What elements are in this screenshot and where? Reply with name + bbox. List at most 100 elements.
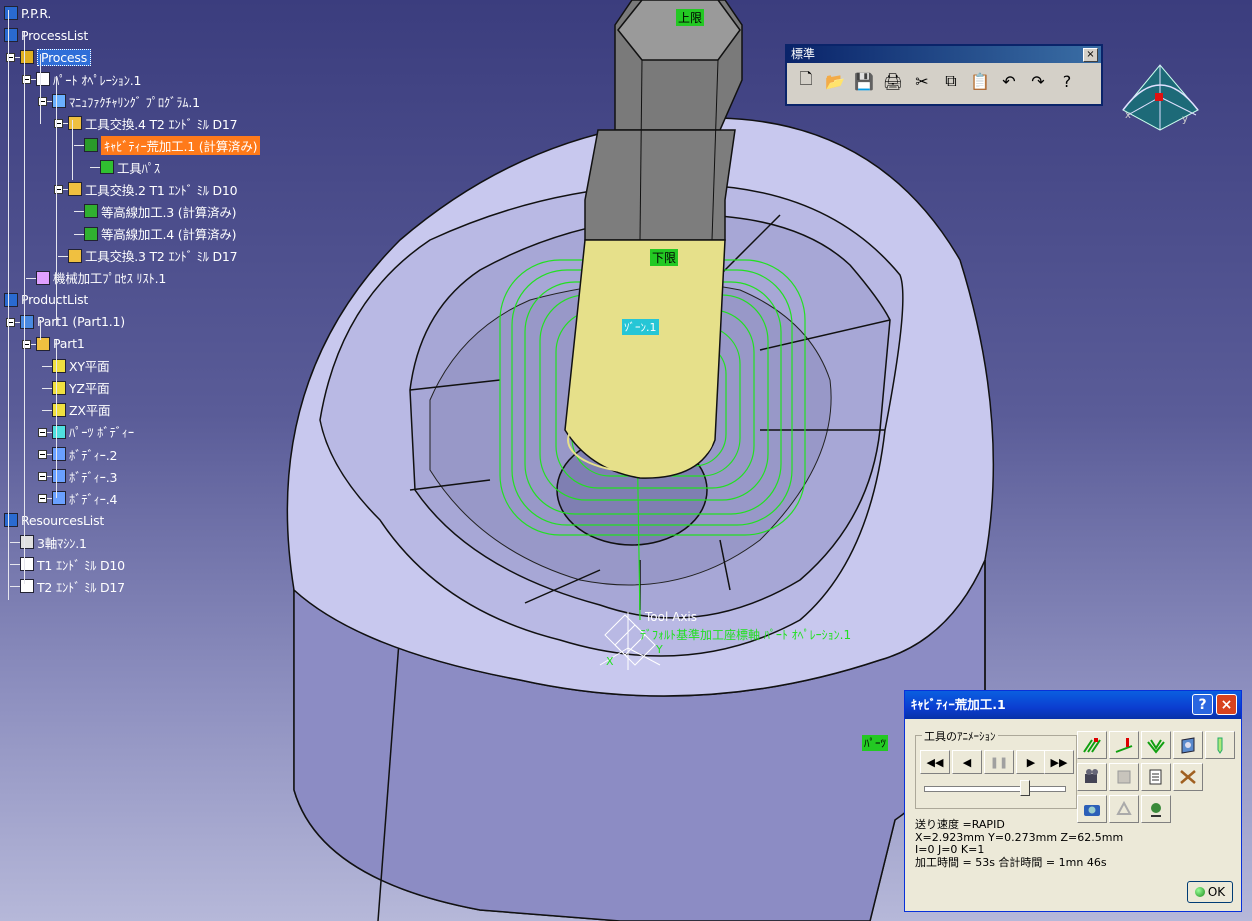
path-style-icon[interactable] xyxy=(1141,731,1171,759)
tree-node-23[interactable]: ResourcesList xyxy=(4,510,104,530)
copy-icon[interactable]: ⧉ xyxy=(938,68,964,94)
tree-node-6[interactable]: ｷｬﾋﾞﾃｨｰ荒加工.1 (計算済み) xyxy=(84,135,261,155)
tree-node-10[interactable]: 等高線加工.4 (計算済み) xyxy=(84,224,237,244)
toolbar-close-button[interactable]: × xyxy=(1083,48,1098,62)
product-list-icon xyxy=(4,292,18,307)
tree-node-label: 工具ﾊﾟｽ xyxy=(117,160,160,176)
rewind-button[interactable]: ◀◀ xyxy=(920,750,950,774)
tree-node-label: YZ平面 xyxy=(69,381,110,397)
paste-icon[interactable]: 📋 xyxy=(967,68,993,94)
tree-node-label: Part1 xyxy=(53,336,85,352)
tree-node-label: Part1 (Part1.1) xyxy=(37,314,125,330)
tree-connector xyxy=(58,255,68,257)
ok-status-icon xyxy=(1194,887,1205,897)
save-video-icon[interactable] xyxy=(1109,763,1139,791)
tree-node-3[interactable]: ﾊﾟｰﾄ ｵﾍﾟﾚｰｼｮﾝ.1 xyxy=(36,69,142,89)
tree-node-label: 機械加工ﾌﾟﾛｾｽ ﾘｽﾄ.1 xyxy=(53,271,167,287)
tree-node-8[interactable]: 工具交換.2 T1 ｴﾝﾄﾞ ﾐﾙ D10 xyxy=(68,179,238,199)
tree-node-15[interactable]: Part1 xyxy=(36,334,85,354)
tree-node-0[interactable]: P.P.R. xyxy=(4,3,51,23)
tree-node-4[interactable]: ﾏﾆｭﾌｧｸﾁｬﾘﾝｸﾞ ﾌﾟﾛｸﾞﾗﾑ.1 xyxy=(52,91,200,111)
undo-icon[interactable]: ↶ xyxy=(996,68,1022,94)
tree-node-2[interactable]: Process xyxy=(20,47,92,67)
toolbar-titlebar[interactable]: 標準 × xyxy=(787,46,1101,63)
tree-node-label: P.P.R. xyxy=(21,5,52,21)
tool-display-icon[interactable] xyxy=(1109,731,1139,759)
help-button[interactable]: ? xyxy=(1192,694,1213,715)
toolbar-buttons: 🗋 📂 💾 🖨 ✂ ⧉ 📋 ↶ ↷? xyxy=(787,63,1101,99)
point-info-icon[interactable] xyxy=(1205,731,1235,759)
tree-node-9[interactable]: 等高線加工.3 (計算済み) xyxy=(84,201,237,221)
specification-tree[interactable]: P.P.R. ProcessList Process ﾊﾟｰﾄ ｵﾍﾟﾚｰｼｮﾝ.1 ﾏ… xyxy=(0,0,310,600)
direction-vector-text: I=0 J=0 K=1 xyxy=(915,843,985,856)
step-forward-button[interactable]: ▶ xyxy=(1016,750,1046,774)
tree-node-24[interactable]: 3軸ﾏｼﾝ.1 xyxy=(20,532,87,552)
cutter-shank xyxy=(564,239,726,479)
zlevel-icon xyxy=(84,204,98,219)
body-icon xyxy=(52,491,66,506)
redo-icon[interactable]: ↷ xyxy=(1025,68,1051,94)
step-back-button[interactable]: ◀ xyxy=(952,750,982,774)
tree-expander[interactable] xyxy=(38,427,47,437)
tree-node-1[interactable]: ProcessList xyxy=(4,25,88,45)
dialog-close-button[interactable]: × xyxy=(1216,694,1237,715)
video-simulation-icon[interactable] xyxy=(1173,731,1203,759)
tree-connector xyxy=(74,145,84,147)
tree-connector xyxy=(42,409,52,411)
ok-button-label: OK xyxy=(1207,885,1226,899)
fast-forward-button[interactable]: ▶▶ xyxy=(1044,750,1074,774)
tree-node-label: ﾎﾞﾃﾞｨｰ.3 xyxy=(69,469,118,485)
body-icon xyxy=(52,447,66,461)
pause-button[interactable]: ❚❚ xyxy=(984,750,1014,774)
tree-guide-line xyxy=(72,120,73,180)
standard-toolbar[interactable]: 標準 × 🗋 📂 💾 🖨 ✂ ⧉ 📋 ↶ ↷? xyxy=(785,44,1103,106)
tree-node-11[interactable]: 工具交換.3 T2 ｴﾝﾄﾞ ﾐﾙ D17 xyxy=(68,246,238,266)
part-operation-icon xyxy=(36,72,50,87)
tree-node-label: ｷｬﾋﾞﾃｨｰ荒加工.1 (計算済み) xyxy=(101,135,261,155)
tree-node-17[interactable]: YZ平面 xyxy=(52,378,110,398)
animation-slider-thumb[interactable] xyxy=(1019,780,1030,796)
tree-node-19[interactable]: ﾊﾟｰﾂ ﾎﾞﾃﾞｨｰ xyxy=(52,422,134,442)
tree-node-label: 工具交換.4 T2 ｴﾝﾄﾞ ﾐﾙ D17 xyxy=(85,116,238,132)
tree-node-26[interactable]: T2 ｴﾝﾄﾞ ﾐﾙ D17 xyxy=(20,576,125,596)
dialog-titlebar[interactable]: ｷｬﾋﾞﾃｨｰ荒加工.1 ? × xyxy=(905,691,1241,719)
tree-node-5[interactable]: 工具交換.4 T2 ｴﾝﾄﾞ ﾐﾙ D17 xyxy=(68,113,238,133)
new-icon[interactable]: 🗋 xyxy=(793,68,819,94)
tree-node-13[interactable]: ProductList xyxy=(4,290,88,310)
lower-limit-label: 下限 xyxy=(650,249,679,266)
tree-connector xyxy=(42,365,52,367)
tree-node-20[interactable]: ﾎﾞﾃﾞｨｰ.2 xyxy=(52,444,117,464)
machine-simulation-icon[interactable] xyxy=(1141,795,1171,823)
camera-record-icon[interactable] xyxy=(1077,763,1107,791)
cavity-roughing-dialog[interactable]: ｷｬﾋﾞﾃｨｰ荒加工.1 ? × 工具のｱﾆﾒｰｼｮﾝ ◀◀ ◀ ❚❚ ▶ ▶▶… xyxy=(904,690,1242,912)
tree-node-label: XY平面 xyxy=(69,359,110,375)
tree-node-label: T1 ｴﾝﾄﾞ ﾐﾙ D10 xyxy=(37,557,125,573)
tree-node-22[interactable]: ﾎﾞﾃﾞｨｰ.4 xyxy=(52,488,117,508)
tree-node-16[interactable]: XY平面 xyxy=(52,356,110,376)
tree-node-25[interactable]: T1 ｴﾝﾄﾞ ﾐﾙ D10 xyxy=(20,554,125,574)
tree-expander[interactable] xyxy=(38,472,47,482)
tree-node-7[interactable]: 工具ﾊﾟｽ xyxy=(100,157,160,177)
ok-button[interactable]: OK xyxy=(1187,881,1233,903)
save-icon[interactable]: 💾 xyxy=(851,68,877,94)
animation-slider-track[interactable] xyxy=(924,786,1066,792)
tree-node-18[interactable]: ZX平面 xyxy=(52,400,111,420)
toolbar-title: 標準 xyxy=(791,47,816,61)
collision-check-icon[interactable] xyxy=(1173,763,1203,791)
tree-node-21[interactable]: ﾎﾞﾃﾞｨｰ.3 xyxy=(52,466,117,486)
part-body-icon xyxy=(52,424,66,439)
tree-expander[interactable] xyxy=(38,450,47,459)
manufacturing-program-icon xyxy=(52,94,66,109)
whats-this-icon[interactable]: ? xyxy=(1054,68,1080,94)
tree-node-14[interactable]: Part1 (Part1.1) xyxy=(20,312,125,332)
tree-expander[interactable] xyxy=(38,494,47,504)
part-gear-icon xyxy=(36,336,50,351)
print-icon[interactable]: 🖨 xyxy=(880,68,906,94)
zlevel-icon xyxy=(84,226,98,241)
report-icon[interactable] xyxy=(1141,763,1171,791)
display-mode-icon[interactable] xyxy=(1077,731,1107,759)
tree-guide-line xyxy=(8,10,9,600)
open-icon[interactable]: 📂 xyxy=(822,68,848,94)
cut-icon[interactable]: ✂ xyxy=(909,68,935,94)
end-mill-icon xyxy=(20,557,34,572)
